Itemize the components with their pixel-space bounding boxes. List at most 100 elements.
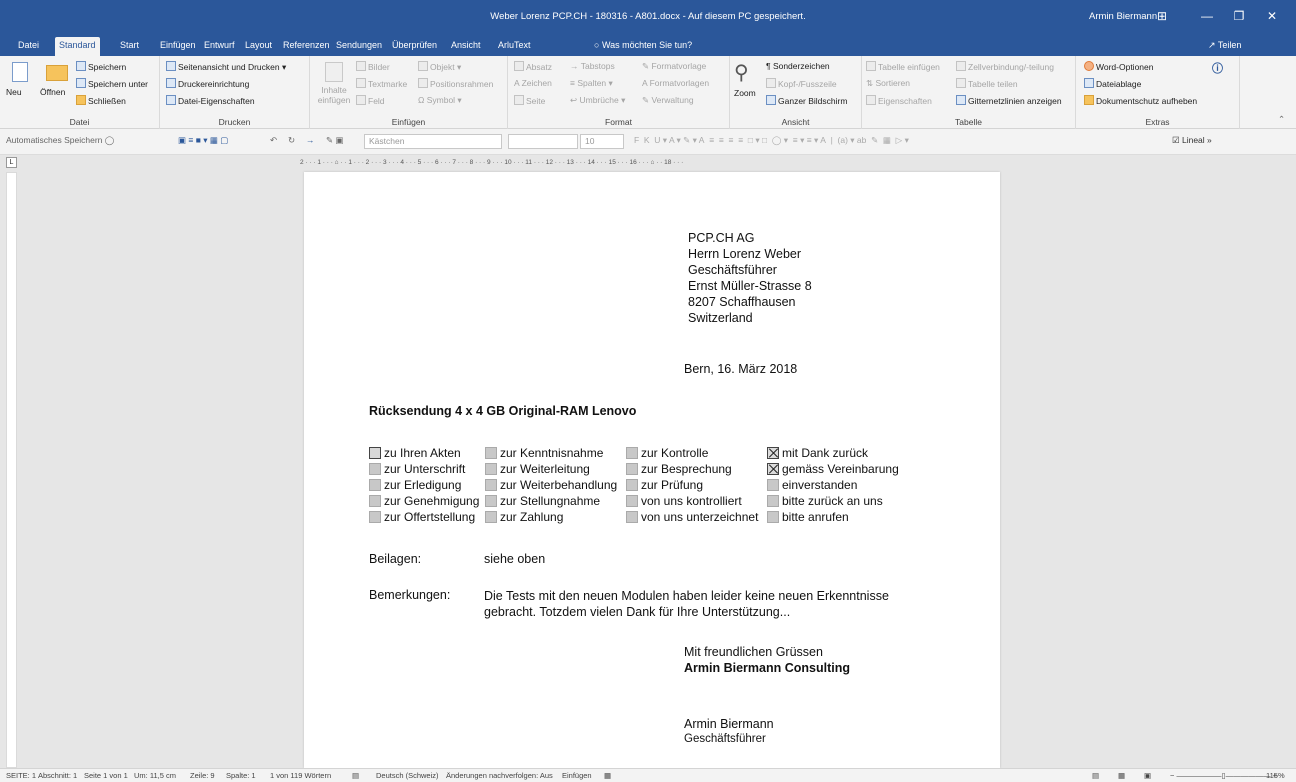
- paragraph-button[interactable]: Absatz: [514, 61, 552, 72]
- full-screen-button[interactable]: Ganzer Bildschirm: [766, 95, 847, 106]
- read-mode-icon[interactable]: ▤: [1092, 771, 1099, 780]
- tab-ansicht[interactable]: Ansicht: [447, 37, 485, 56]
- restore-icon[interactable]: ❐: [1229, 7, 1249, 25]
- close-document-button[interactable]: Schließen: [76, 95, 126, 106]
- gridlines-button[interactable]: Gitternetzlinien anzeigen: [956, 95, 1062, 106]
- special-characters-button[interactable]: ¶ Sonderzeichen: [766, 61, 830, 71]
- open-button[interactable]: Öffnen: [40, 87, 65, 97]
- symbol-button[interactable]: Ω Symbol ▾: [418, 95, 462, 106]
- undo-icon[interactable]: ↶: [270, 135, 277, 146]
- status-line[interactable]: Zeile: 9: [190, 771, 215, 780]
- checkbox-icon[interactable]: [485, 511, 497, 523]
- minimize-icon[interactable]: —: [1197, 7, 1217, 25]
- page-button[interactable]: Seite: [514, 95, 545, 106]
- checkbox-item[interactable]: zur Erledigung: [369, 477, 479, 493]
- checkbox-icon[interactable]: [767, 495, 779, 507]
- manage-styles-button[interactable]: ✎ Verwaltung: [642, 95, 694, 106]
- checkbox-item[interactable]: zur Weiterbehandlung: [485, 477, 617, 493]
- checkbox-icon[interactable]: [626, 463, 638, 475]
- document-page[interactable]: PCP.CH AG Herrn Lorenz Weber Geschäftsfü…: [304, 172, 1000, 768]
- format-painter-icon[interactable]: ✎ ▣: [326, 135, 344, 146]
- checkbox-item[interactable]: zur Genehmigung: [369, 493, 479, 509]
- ribbon-display-options-icon[interactable]: ⊞: [1152, 7, 1172, 25]
- macro-record-icon[interactable]: ▦: [604, 771, 611, 780]
- style-button[interactable]: ✎ Formatvorlage: [642, 61, 706, 72]
- checkbox-icon[interactable]: [369, 447, 381, 459]
- autosave-toggle[interactable]: Automatisches Speichern ◯: [6, 135, 114, 146]
- tab-standard[interactable]: Standard: [55, 37, 100, 56]
- style-dropdown[interactable]: Kästchen: [364, 134, 502, 149]
- zoom-level[interactable]: 115%: [1266, 771, 1285, 780]
- character-button[interactable]: A Zeichen: [514, 78, 552, 88]
- web-layout-icon[interactable]: ▣: [1144, 771, 1151, 780]
- status-page-of[interactable]: Seite 1 von 1: [84, 771, 128, 780]
- checkbox-item[interactable]: bitte anrufen: [767, 509, 899, 525]
- status-track-changes[interactable]: Änderungen nachverfolgen: Aus: [446, 771, 553, 780]
- checkbox-item[interactable]: zur Offertstellung: [369, 509, 479, 525]
- merge-split-button[interactable]: Zellverbindung/-teilung: [956, 61, 1054, 72]
- checkbox-icon[interactable]: [369, 511, 381, 523]
- tab-layout[interactable]: Layout: [241, 37, 276, 56]
- checkbox-icon[interactable]: [626, 495, 638, 507]
- status-page[interactable]: SEITE: 1: [6, 771, 36, 780]
- sort-button[interactable]: ⇅ Sortieren: [866, 78, 910, 89]
- word-options-button[interactable]: Word-Optionen: [1084, 61, 1153, 72]
- checkbox-item[interactable]: zur Kontrolle: [626, 445, 758, 461]
- font-size-dropdown[interactable]: 10: [580, 134, 624, 149]
- checkbox-item[interactable]: zu Ihren Akten: [369, 445, 479, 461]
- checkbox-icon[interactable]: [626, 479, 638, 491]
- bookmark-button[interactable]: Textmarke: [356, 78, 407, 89]
- checkbox-icon[interactable]: [369, 463, 381, 475]
- printer-setup-button[interactable]: Druckereinrichtung: [166, 78, 249, 89]
- frame-button[interactable]: Positionsrahmen: [418, 78, 493, 89]
- tell-me-box[interactable]: ○ Was möchten Sie tun?: [594, 40, 692, 50]
- file-storage-button[interactable]: Dateiablage: [1084, 78, 1141, 89]
- tab-arlutext[interactable]: ArluText: [494, 37, 535, 56]
- checkbox-item[interactable]: bitte zurück an uns: [767, 493, 899, 509]
- breaks-button[interactable]: ↩ Umbrüche ▾: [570, 95, 625, 106]
- new-button[interactable]: Neu: [6, 87, 22, 97]
- tab-selector-icon[interactable]: L: [6, 157, 17, 168]
- checkbox-icon[interactable]: [369, 495, 381, 507]
- checkbox-icon[interactable]: [369, 479, 381, 491]
- checkbox-icon[interactable]: [485, 479, 497, 491]
- tab-sendungen[interactable]: Sendungen: [332, 37, 386, 56]
- file-properties-button[interactable]: Datei-Eigenschaften: [166, 95, 255, 106]
- status-position[interactable]: Um: 11,5 cm: [134, 771, 176, 780]
- field-button[interactable]: Feld: [356, 95, 385, 106]
- checkbox-item[interactable]: zur Weiterleitung: [485, 461, 617, 477]
- zoom-button[interactable]: Zoom: [734, 88, 756, 98]
- print-layout-icon[interactable]: ▦: [1118, 771, 1125, 780]
- tab-entwurf[interactable]: Entwurf: [200, 37, 239, 56]
- checkbox-icon[interactable]: [485, 447, 497, 459]
- ruler-checkbox[interactable]: ☑ Lineal »: [1172, 135, 1212, 146]
- qat-icons-left[interactable]: ▣ ≡ ■ ▾ ▦ ▢: [178, 135, 228, 146]
- checkbox-item[interactable]: zur Kenntnisnahme: [485, 445, 617, 461]
- checkbox-icon[interactable]: [485, 463, 497, 475]
- status-insert-mode[interactable]: Einfügen: [562, 771, 592, 780]
- table-properties-button[interactable]: Eigenschaften: [866, 95, 932, 106]
- horizontal-ruler[interactable]: 2 · · · 1 · · · ⌂ · · 1 · · · 2 · · · 3 …: [300, 157, 1000, 168]
- proofing-icon[interactable]: ▤: [352, 771, 359, 780]
- checkbox-item[interactable]: zur Zahlung: [485, 509, 617, 525]
- pictures-button[interactable]: Bilder: [356, 61, 390, 72]
- tab-ueberpruefen[interactable]: Überprüfen: [388, 37, 441, 56]
- checkbox-icon[interactable]: [626, 447, 638, 459]
- checkbox-icon[interactable]: [767, 511, 779, 523]
- checkbox-item[interactable]: zur Prüfung: [626, 477, 758, 493]
- checkbox-item[interactable]: einverstanden: [767, 477, 899, 493]
- user-name[interactable]: Armin Biermann: [1089, 11, 1157, 22]
- object-button[interactable]: Objekt ▾: [418, 61, 461, 73]
- checkbox-item[interactable]: mit Dank zurück: [767, 445, 899, 461]
- close-icon[interactable]: ✕: [1262, 7, 1282, 25]
- columns-button[interactable]: ≡ Spalten ▾: [570, 78, 613, 89]
- checkbox-checked-icon[interactable]: [767, 463, 779, 475]
- paste-special-button[interactable]: Inhalte einfügen: [312, 85, 356, 105]
- checkbox-item[interactable]: von uns unterzeichnet: [626, 509, 758, 525]
- checkbox-item[interactable]: zur Stellungnahme: [485, 493, 617, 509]
- split-table-button[interactable]: Tabelle teilen: [956, 78, 1018, 89]
- collapse-ribbon-icon[interactable]: ⌃: [1278, 114, 1285, 125]
- save-button[interactable]: Speichern: [76, 61, 126, 72]
- share-button[interactable]: ↗ Teilen: [1208, 40, 1241, 51]
- vertical-ruler[interactable]: [6, 172, 17, 768]
